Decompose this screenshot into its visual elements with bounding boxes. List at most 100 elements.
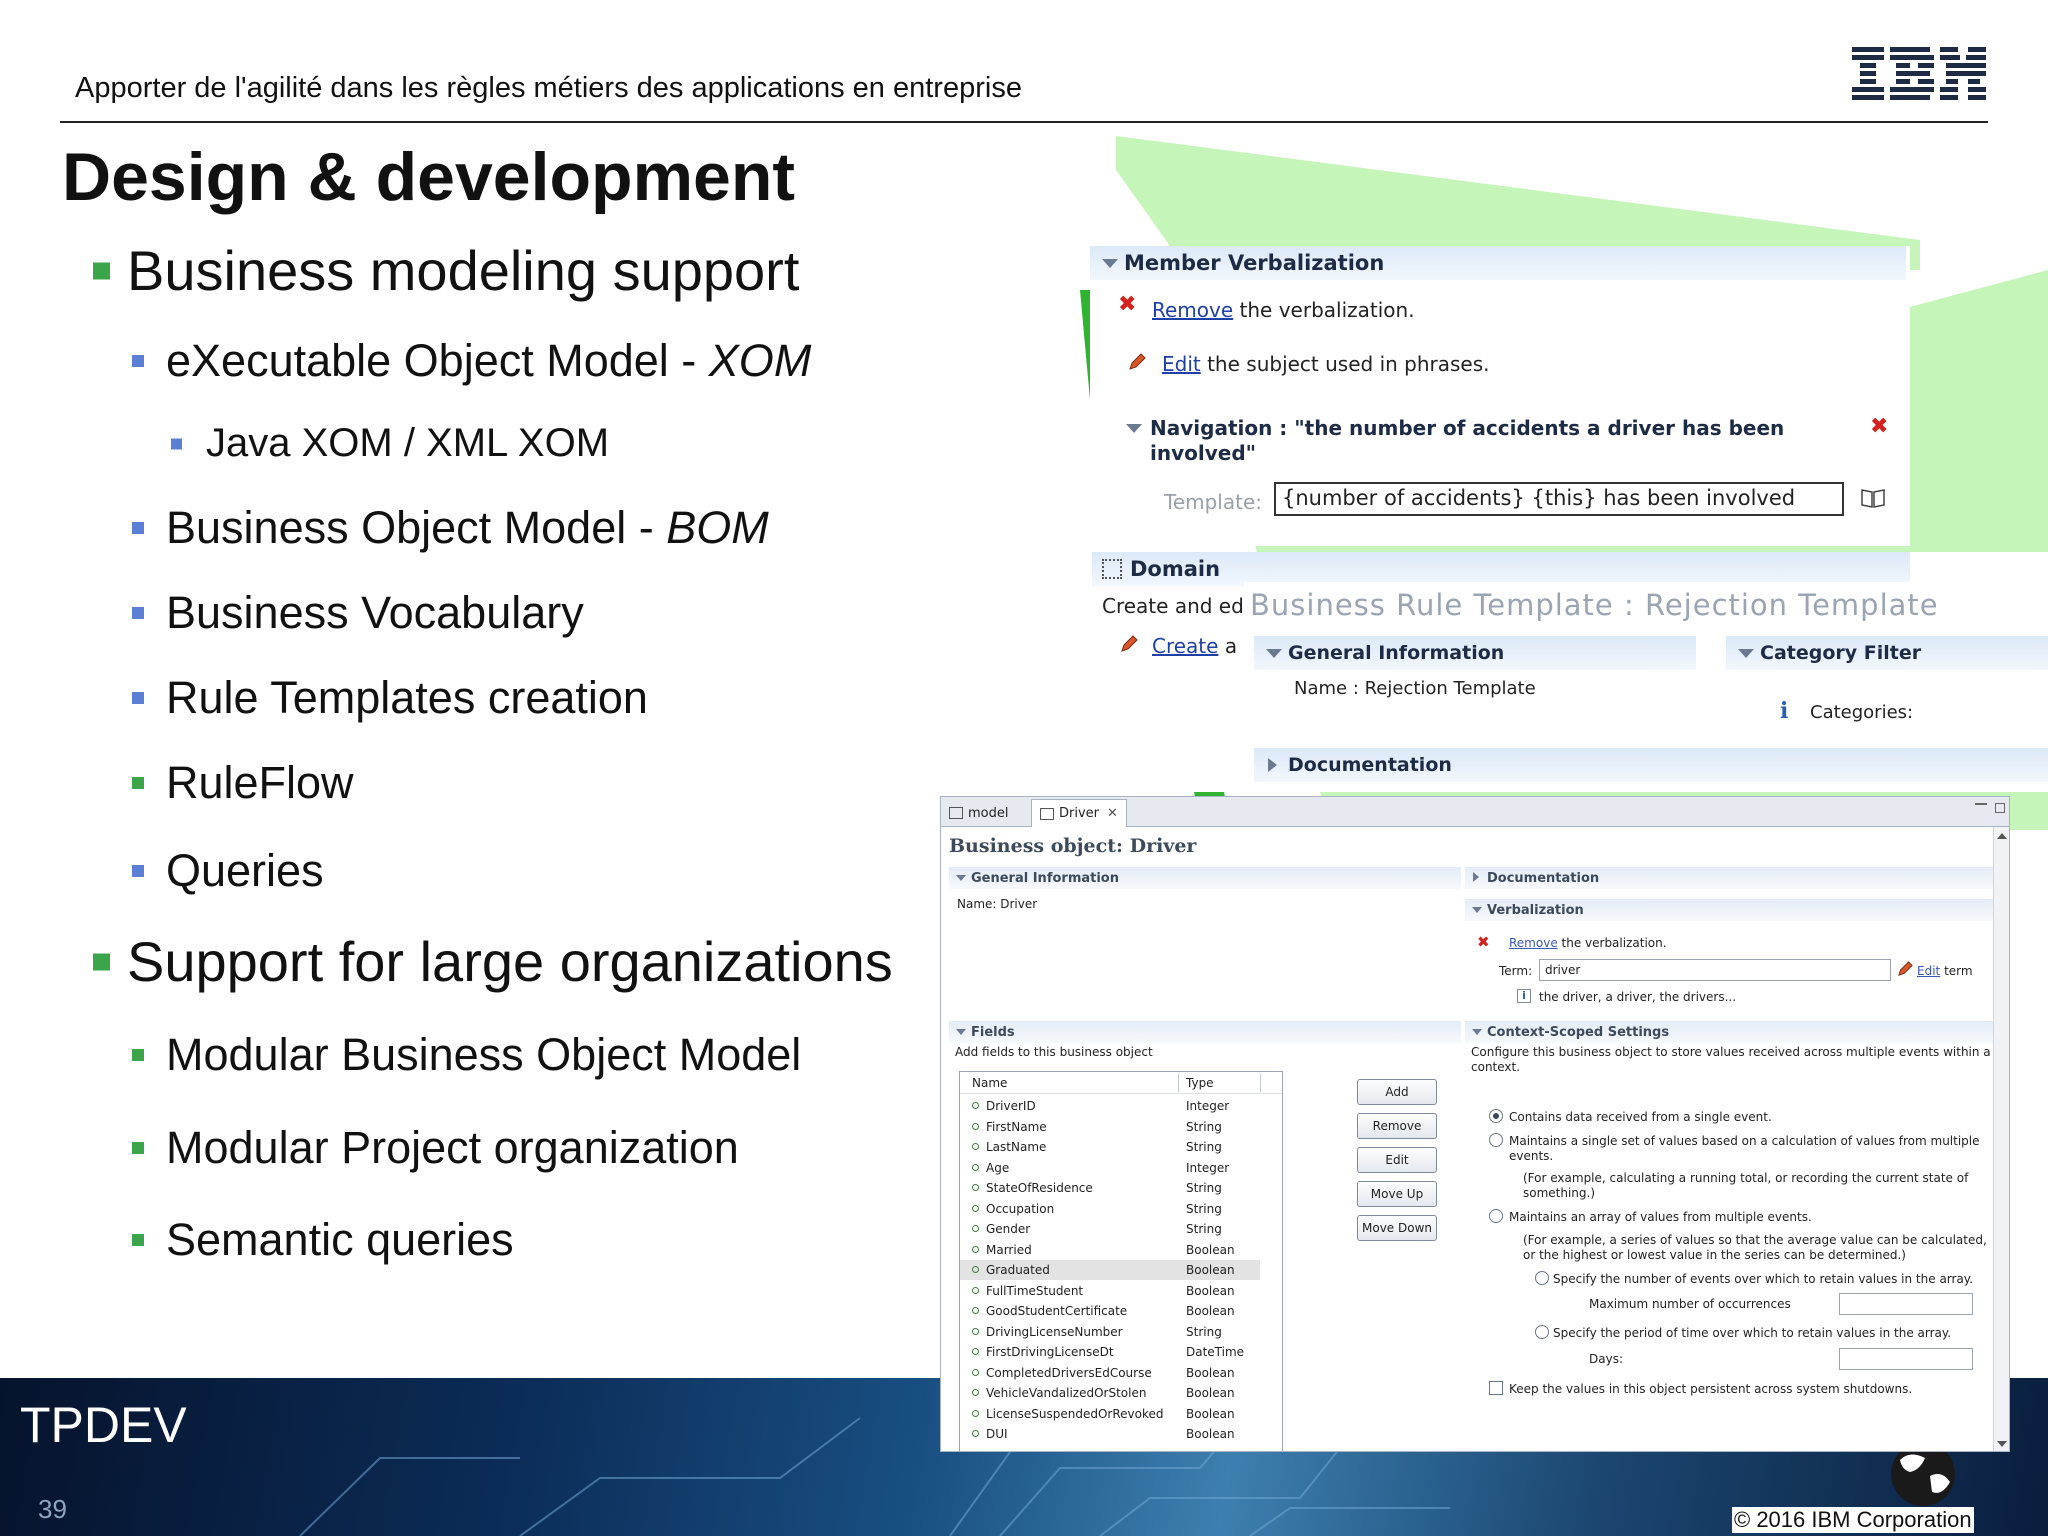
field-icon [972, 1163, 979, 1171]
single-set-label-cont: events. [1509, 1149, 1554, 1163]
field-name: LastName [986, 1140, 1047, 1154]
verbalization-section[interactable]: Verbalization [1465, 899, 1993, 921]
book-icon[interactable] [1860, 487, 1886, 509]
rule-template-title: Business Rule Template : Rejection Templ… [1250, 588, 1939, 622]
field-name: GoodStudentCertificate [986, 1304, 1128, 1318]
bullet-vocabulary: Business Vocabulary [132, 587, 584, 639]
term-input[interactable]: driver [1539, 959, 1891, 981]
array-radio[interactable] [1489, 1209, 1503, 1223]
table-row[interactable]: VehicleVandalizedOrStolen Boolean [960, 1383, 1260, 1403]
close-tab-icon[interactable]: ✕ [1107, 806, 1118, 821]
remove-link[interactable]: Remove [1152, 298, 1233, 322]
table-row[interactable]: DUI Boolean [960, 1424, 1260, 1444]
bullet-marker [132, 1049, 144, 1061]
add-button[interactable]: Add [1357, 1079, 1437, 1105]
edit-subject-text: Edit the subject used in phrases. [1162, 352, 1490, 376]
field-icon [972, 1122, 979, 1130]
table-row[interactable]: Married Boolean [960, 1240, 1260, 1260]
navigation-collapse-icon[interactable] [1126, 424, 1142, 433]
column-header-type[interactable]: Type [1186, 1076, 1214, 1090]
table-row[interactable]: Gender String [960, 1219, 1260, 1239]
bullet-marker [132, 777, 144, 789]
fields-description: Add fields to this business object [955, 1045, 1153, 1059]
edit-button[interactable]: Edit [1357, 1147, 1437, 1173]
remove-verbalization-text: Remove the verbalization. [1152, 298, 1415, 322]
remove-button[interactable]: Remove [1357, 1113, 1437, 1139]
field-type: String [1186, 1222, 1222, 1236]
documentation-section[interactable]: Documentation [1465, 867, 1993, 889]
documentation-header[interactable]: Documentation [1254, 748, 2048, 782]
editor-tab-bar: model Driver ✕ [941, 797, 2009, 827]
scroll-down-icon[interactable] [1997, 1441, 2007, 1447]
collapse-icon [1738, 649, 1754, 658]
page-title: Design & development [62, 139, 796, 215]
general-information-header[interactable]: General Information [1254, 636, 1696, 670]
tab-driver[interactable]: Driver ✕ [1031, 799, 1127, 827]
max-occurrences-input[interactable] [1839, 1293, 1973, 1315]
bullet-semantic-queries: Semantic queries [132, 1214, 514, 1266]
edit-link[interactable]: Edit [1162, 352, 1201, 376]
field-icon [972, 1225, 979, 1232]
table-row[interactable]: StateOfResidence String [960, 1178, 1260, 1198]
maximize-icon[interactable] [1995, 803, 2005, 813]
table-row[interactable]: FirstName String [960, 1117, 1260, 1137]
fields-table: Name Type DriverID Integer FirstName String… [959, 1071, 1283, 1451]
single-event-radio[interactable] [1489, 1109, 1503, 1123]
table-row[interactable]: FirstDrivingLicenseDt DateTime [960, 1342, 1260, 1362]
fields-section[interactable]: Fields [949, 1021, 1461, 1043]
scroll-up-icon[interactable] [1997, 833, 2007, 839]
bullet-large-organizations: Support for large organizations [93, 929, 893, 994]
table-row[interactable]: DriverID Integer [960, 1096, 1260, 1116]
single-event-label: Contains data received from a single eve… [1509, 1110, 1772, 1124]
field-icon [972, 1204, 979, 1212]
remove-link[interactable]: Remove [1509, 936, 1558, 950]
column-header-name[interactable]: Name [972, 1076, 1007, 1090]
term-label: Term: [1499, 964, 1533, 978]
general-info-section[interactable]: General Information [949, 867, 1461, 889]
editor-scrollbar[interactable] [1993, 827, 2009, 1451]
collapse-icon [1102, 259, 1118, 268]
field-icon [972, 1286, 979, 1294]
minimize-icon[interactable] [1975, 803, 1987, 805]
presentation-subtitle: Apporter de l'agilité dans les règles mé… [75, 72, 1022, 104]
table-row[interactable]: Graduated Boolean [960, 1260, 1260, 1280]
days-input[interactable] [1839, 1348, 1973, 1370]
member-verbalization-header[interactable]: Member Verbalization [1090, 246, 1906, 280]
table-row[interactable]: Age Integer [960, 1158, 1260, 1178]
table-row[interactable]: FullTimeStudent Boolean [960, 1281, 1260, 1301]
table-row[interactable]: LicenseSuspendedOrRevoked Boolean [960, 1404, 1260, 1424]
time-period-radio[interactable] [1535, 1325, 1549, 1339]
create-link[interactable]: Create [1152, 634, 1218, 658]
collapse-icon [1472, 1029, 1482, 1035]
remove-x-icon[interactable]: ✖ [1118, 292, 1136, 317]
category-filter-header[interactable]: Category Filter [1726, 636, 2048, 670]
events-count-radio[interactable] [1535, 1271, 1549, 1285]
field-type: String [1186, 1324, 1222, 1339]
field-type: Integer [1186, 1099, 1230, 1113]
navigation-remove-icon[interactable]: ✖ [1870, 414, 1888, 439]
field-type: DateTime [1186, 1345, 1245, 1359]
context-scoped-section[interactable]: Context-Scoped Settings [1465, 1021, 1993, 1043]
categories-label: Categories: [1810, 702, 1914, 723]
table-row[interactable]: GoodStudentCertificate Boolean [960, 1301, 1260, 1321]
rule-template-editor: Business Rule Template : Rejection Templ… [1244, 582, 2048, 792]
move-down-button[interactable]: Move Down [1357, 1215, 1437, 1241]
domain-header[interactable]: Domain [1092, 552, 1910, 586]
persistent-checkbox[interactable] [1489, 1381, 1503, 1395]
table-row[interactable]: LastName String [960, 1137, 1260, 1157]
single-set-radio[interactable] [1489, 1133, 1503, 1147]
expand-icon [1473, 872, 1479, 882]
field-icon [972, 1245, 979, 1253]
edit-term-link[interactable]: Edit [1917, 964, 1940, 978]
move-up-button[interactable]: Move Up [1357, 1181, 1437, 1207]
table-row[interactable]: DrivingLicenseNumber String [960, 1322, 1260, 1342]
table-row[interactable]: CompletedDriversEdCourse Boolean [960, 1363, 1260, 1383]
template-input[interactable]: {number of accidents} {this} has been in… [1274, 482, 1844, 516]
tab-model[interactable]: model [941, 799, 1016, 827]
template-name: Name : Rejection Template [1294, 678, 1536, 699]
expand-icon [1268, 758, 1277, 772]
table-row[interactable]: Occupation String [960, 1199, 1260, 1219]
persistent-label: Keep the values in this object persisten… [1509, 1382, 1913, 1396]
remove-x-icon[interactable]: ✖ [1477, 933, 1490, 951]
field-name: CompletedDriversEdCourse [986, 1365, 1152, 1380]
